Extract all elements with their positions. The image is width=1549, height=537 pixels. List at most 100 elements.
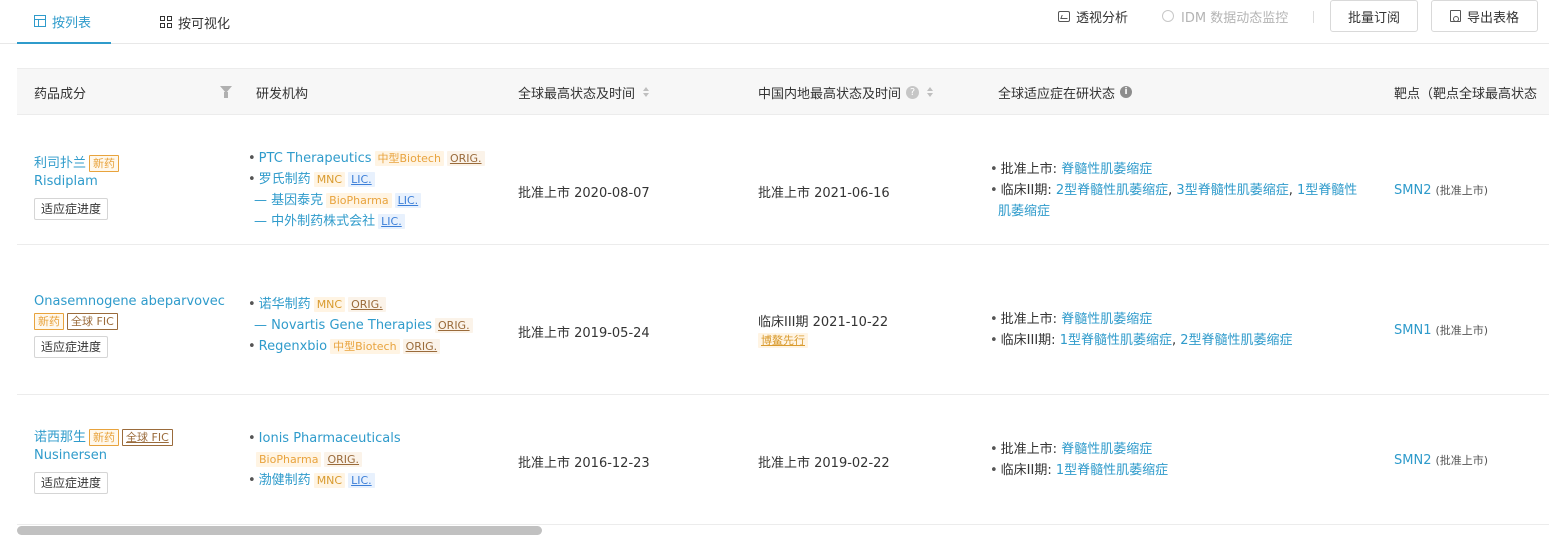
indication-link[interactable]: 脊髓性肌萎缩症	[1061, 442, 1152, 457]
indication-link[interactable]: 1型脊髓性肌萎缩症	[1056, 463, 1168, 478]
indication-link[interactable]: 2型脊髓性肌萎缩症	[1056, 183, 1168, 198]
drug-english-name[interactable]: Risdiplam	[34, 172, 234, 192]
org-item: • 诺华制药 MNC ORIG.	[248, 294, 473, 315]
china-status-cell: 批准上市 2021-06-16	[758, 186, 890, 201]
lic-badge[interactable]: LIC.	[378, 214, 405, 229]
org-link[interactable]: 罗氏制药	[259, 172, 311, 187]
chart-icon	[1058, 10, 1070, 22]
drug-name-link[interactable]: 利司扑兰	[34, 156, 86, 171]
table-row: Onasemnogene abeparvovec 新药 全球 FIC 适应症进度 …	[17, 265, 1549, 395]
column-global-status-label: 全球最高状态及时间	[518, 86, 636, 102]
filter-icon[interactable]	[220, 86, 232, 99]
lic-badge[interactable]: LIC.	[394, 193, 422, 208]
new-drug-badge: 新药	[89, 155, 120, 172]
column-drug[interactable]: 药品成分	[34, 69, 86, 115]
drug-cell: Onasemnogene abeparvovec 新药 全球 FIC 适应症进度	[34, 294, 244, 358]
indication-link[interactable]: 2型脊髓性肌萎缩症	[1180, 333, 1292, 348]
org-link[interactable]: 中外制药株式会社	[271, 214, 375, 229]
indication-cell: • 批准上市: 脊髓性肌萎缩症 • 临床II期: 2型脊髓性肌萎缩症, 3型脊髓性肌…	[990, 162, 1358, 219]
help-icon[interactable]: ?	[906, 85, 920, 99]
boao-first-badge[interactable]: 博鳌先行	[758, 333, 808, 348]
orig-badge[interactable]: ORIG.	[446, 151, 485, 166]
tab-list-view[interactable]: 按列表	[17, 0, 111, 44]
target-link[interactable]: SMN2	[1394, 453, 1431, 468]
toolbar-divider	[1313, 11, 1314, 23]
pivot-analysis-label: 透视分析	[1076, 10, 1129, 26]
indication-link[interactable]: 脊髓性肌萎缩症	[1061, 312, 1152, 327]
column-org: 研发机构	[256, 69, 308, 115]
column-indication-label: 全球适应症在研状态	[998, 86, 1116, 102]
indication-progress-button[interactable]: 适应症进度	[34, 336, 109, 358]
indication-phase-label: 临床III期:	[1000, 333, 1056, 348]
indication-link[interactable]: 1型脊髓性肌萎缩症	[1060, 333, 1172, 348]
pivot-analysis-button[interactable]: 透视分析	[1058, 0, 1128, 32]
orig-badge[interactable]: ORIG.	[402, 339, 441, 354]
target-link[interactable]: SMN1	[1394, 323, 1431, 338]
table-icon	[34, 15, 46, 27]
tab-visualization-view[interactable]: 按可视化	[160, 0, 230, 44]
column-global-status[interactable]: 全球最高状态及时间	[518, 69, 650, 115]
org-type-badge: 中型Biotech	[374, 151, 444, 166]
monitor-icon	[1162, 10, 1174, 22]
orig-badge[interactable]: ORIG.	[435, 318, 473, 333]
column-indication: 全球适应症在研状态 i	[998, 69, 1133, 115]
indication-phase-label: 临床II期:	[1000, 183, 1052, 198]
org-type-badge: 中型Biotech	[330, 339, 400, 354]
new-drug-badge: 新药	[89, 429, 120, 446]
lic-badge[interactable]: LIC.	[348, 473, 375, 488]
sort-icon[interactable]	[927, 87, 934, 97]
column-target: 靶点（靶点全球最高状态	[1394, 69, 1537, 115]
target-cell: SMN2 (批准上市)	[1394, 182, 1488, 198]
indication-progress-button[interactable]: 适应症进度	[34, 198, 109, 220]
batch-subscribe-button[interactable]: 批量订阅	[1330, 0, 1418, 32]
indication-cell: • 批准上市: 脊髓性肌萎缩症 • 临床II期: 1型脊髓性肌萎缩症	[990, 442, 1169, 478]
table-row: 诺西那生 新药 全球 FIC Nusinersen 适应症进度 • Ionis Pha…	[17, 395, 1549, 525]
indication-progress-button[interactable]: 适应症进度	[34, 472, 109, 494]
column-target-label: 靶点（靶点全球最高状态	[1394, 86, 1538, 102]
export-table-button[interactable]: 导出表格	[1431, 0, 1538, 32]
sort-icon[interactable]	[643, 87, 650, 97]
column-china-status-label: 中国内地最高状态及时间	[758, 86, 902, 102]
org-link[interactable]: Novartis Gene Therapies	[271, 318, 432, 333]
indication-phase-label: 批准上市:	[1000, 162, 1058, 177]
info-icon[interactable]: i	[1120, 86, 1133, 98]
batch-subscribe-label: 批量订阅	[1347, 10, 1400, 26]
org-link[interactable]: 渤健制药	[259, 473, 311, 488]
orig-badge[interactable]: ORIG.	[324, 452, 363, 467]
indication-phase-label: 批准上市:	[1000, 312, 1058, 327]
view-toolbar: 按列表 按可视化 透视分析 IDM 数据动态监控 批量订阅 导出表格	[0, 0, 1549, 44]
drug-english-name[interactable]: Nusinersen	[34, 446, 234, 466]
org-item: • 罗氏制药 MNC LIC.	[248, 169, 485, 190]
org-cell: • 诺华制药 MNC ORIG. — Novartis Gene Therapies O…	[248, 294, 473, 357]
china-status-cell: 临床III期 2021-10-22 博鳌先行	[758, 311, 888, 348]
horizontal-scrollbar[interactable]	[17, 526, 542, 535]
drug-cell: 诺西那生 新药 全球 FIC Nusinersen 适应症进度	[34, 426, 234, 494]
indication-link[interactable]: 脊髓性肌萎缩症	[1061, 162, 1152, 177]
org-item: • Regenxbio 中型Biotech ORIG.	[248, 336, 473, 357]
org-type-badge: MNC	[313, 297, 346, 312]
org-sub-item: — 中外制药株式会社 LIC.	[248, 211, 485, 232]
lic-badge[interactable]: LIC.	[348, 172, 375, 187]
drug-name-link[interactable]: 诺西那生	[34, 430, 86, 445]
org-link[interactable]: Ionis Pharmaceuticals	[259, 431, 401, 446]
column-china-status[interactable]: 中国内地最高状态及时间 ?	[758, 69, 934, 115]
drug-cell: 利司扑兰 新药 Risdiplam 适应症进度	[34, 152, 234, 220]
org-link[interactable]: PTC Therapeutics	[259, 151, 372, 166]
china-status-cell: 批准上市 2019-02-22	[758, 456, 890, 471]
org-link[interactable]: 基因泰克	[271, 193, 323, 208]
target-status: (批准上市)	[1435, 324, 1489, 337]
org-type-badge: BioPharma	[256, 452, 322, 467]
new-drug-badge: 新药	[34, 313, 64, 330]
idm-monitor-button[interactable]: IDM 数据动态监控	[1162, 0, 1288, 32]
orig-badge[interactable]: ORIG.	[348, 297, 386, 312]
drug-name-link[interactable]: Onasemnogene abeparvovec	[34, 294, 225, 309]
indication-link[interactable]: 3型脊髓性肌萎缩症	[1176, 183, 1288, 198]
column-drug-label: 药品成分	[34, 86, 87, 102]
global-fic-badge[interactable]: 全球 FIC	[122, 429, 173, 446]
target-link[interactable]: SMN2	[1394, 183, 1431, 198]
org-link[interactable]: 诺华制药	[259, 297, 311, 312]
target-cell: SMN1 (批准上市)	[1394, 322, 1488, 338]
indication-cell: • 批准上市: 脊髓性肌萎缩症 • 临床III期: 1型脊髓性肌萎缩症, 2型脊髓性…	[990, 312, 1293, 348]
org-link[interactable]: Regenxbio	[259, 339, 327, 354]
global-fic-badge: 全球 FIC	[67, 313, 118, 330]
